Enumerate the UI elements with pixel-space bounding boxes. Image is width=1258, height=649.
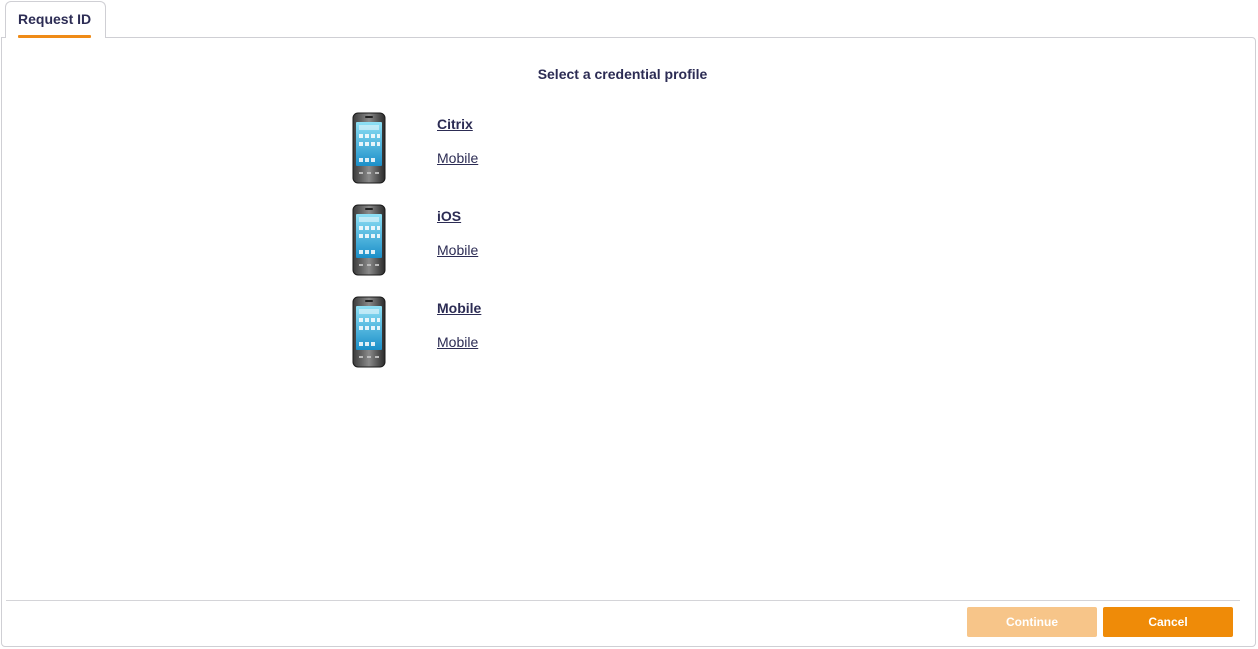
profile-type-link[interactable]: Mobile xyxy=(437,334,478,350)
tab-bar: Request ID xyxy=(0,0,1258,38)
footer-divider xyxy=(6,600,1240,601)
continue-button[interactable]: Continue xyxy=(967,607,1097,637)
profile-item-citrix[interactable]: Citrix Mobile xyxy=(348,112,648,192)
cancel-button[interactable]: Cancel xyxy=(1103,607,1233,637)
profile-item-mobile[interactable]: Mobile Mobile xyxy=(348,296,648,376)
smartphone-icon xyxy=(352,204,386,276)
smartphone-icon xyxy=(352,296,386,368)
profile-name-link[interactable]: Citrix xyxy=(437,116,473,132)
profile-type-link[interactable]: Mobile xyxy=(437,150,478,166)
tab-request-id[interactable]: Request ID xyxy=(5,1,106,38)
profile-item-ios[interactable]: iOS Mobile xyxy=(348,204,648,284)
profile-type-link[interactable]: Mobile xyxy=(437,242,478,258)
active-tab-indicator xyxy=(18,35,91,38)
tab-label: Request ID xyxy=(18,11,92,27)
profile-name-link[interactable]: iOS xyxy=(437,208,461,224)
smartphone-icon xyxy=(352,112,386,184)
profile-name-link[interactable]: Mobile xyxy=(437,300,481,316)
page-heading: Select a credential profile xyxy=(537,66,708,82)
